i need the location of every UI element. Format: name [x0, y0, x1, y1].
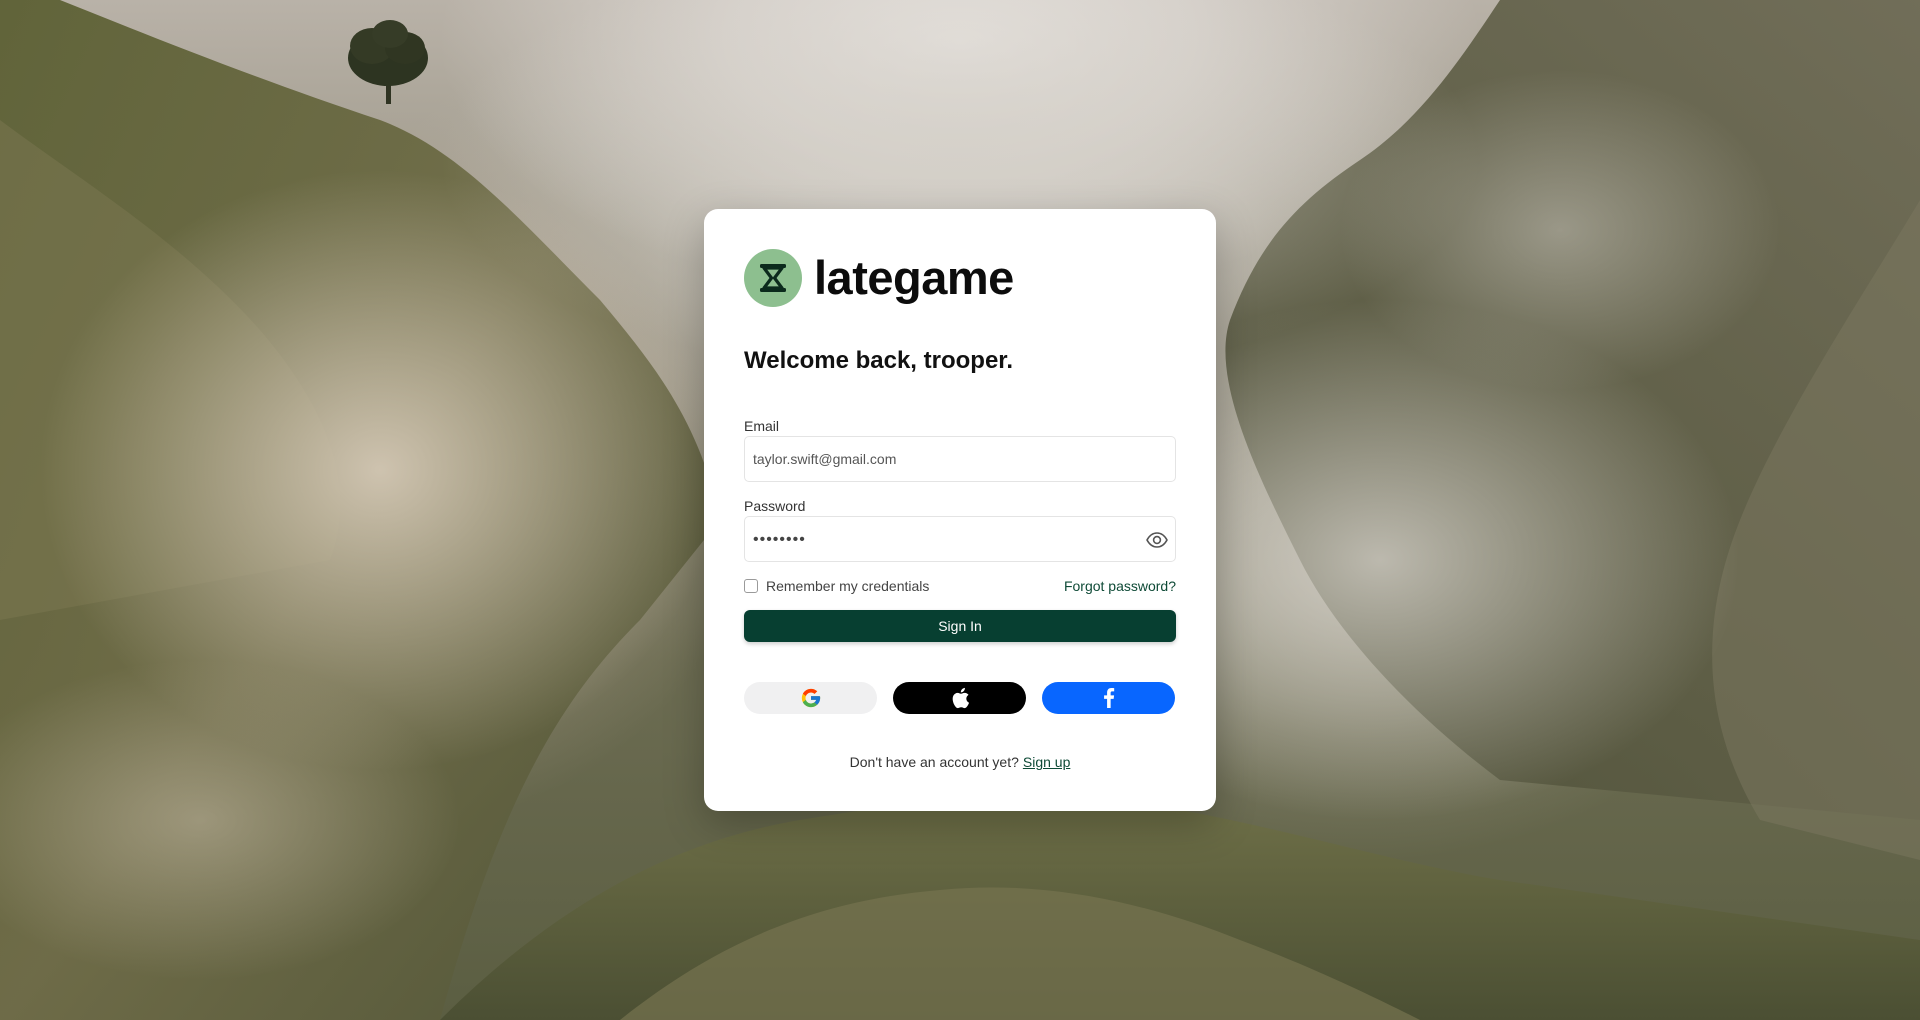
password-masked-value: ••••••••: [753, 531, 806, 548]
eye-icon[interactable]: [1145, 528, 1169, 552]
remember-label[interactable]: Remember my credentials: [766, 578, 929, 594]
remember-row: Remember my credentials: [744, 577, 929, 595]
google-icon: [801, 688, 820, 708]
facebook-sign-in-button[interactable]: [1042, 682, 1175, 714]
hourglass-icon: [744, 249, 802, 307]
apple-icon: [952, 687, 969, 709]
signup-row: Don't have an account yet? Sign up: [704, 754, 1216, 770]
email-field-wrapper: [744, 436, 1176, 482]
login-card: lategame Welcome back, trooper. Email Pa…: [704, 209, 1216, 811]
google-sign-in-button[interactable]: [744, 682, 877, 714]
brand: lategame: [744, 249, 1014, 307]
brand-name: lategame: [814, 251, 1014, 304]
facebook-icon: [1103, 688, 1114, 708]
password-field[interactable]: ••••••••: [744, 516, 1176, 562]
email-field[interactable]: [745, 437, 1175, 481]
tree-silhouette: [348, 20, 428, 104]
remember-checkbox[interactable]: [744, 579, 758, 593]
password-label: Password: [744, 498, 806, 514]
sign-in-button[interactable]: Sign In: [744, 610, 1176, 642]
apple-sign-in-button[interactable]: [893, 682, 1026, 714]
email-label: Email: [744, 418, 780, 434]
welcome-heading: Welcome back, trooper.: [744, 347, 1013, 374]
sign-up-link[interactable]: Sign up: [1023, 754, 1070, 770]
signup-prompt: Don't have an account yet?: [849, 754, 1019, 770]
forgot-password-link[interactable]: Forgot password?: [1064, 578, 1176, 594]
